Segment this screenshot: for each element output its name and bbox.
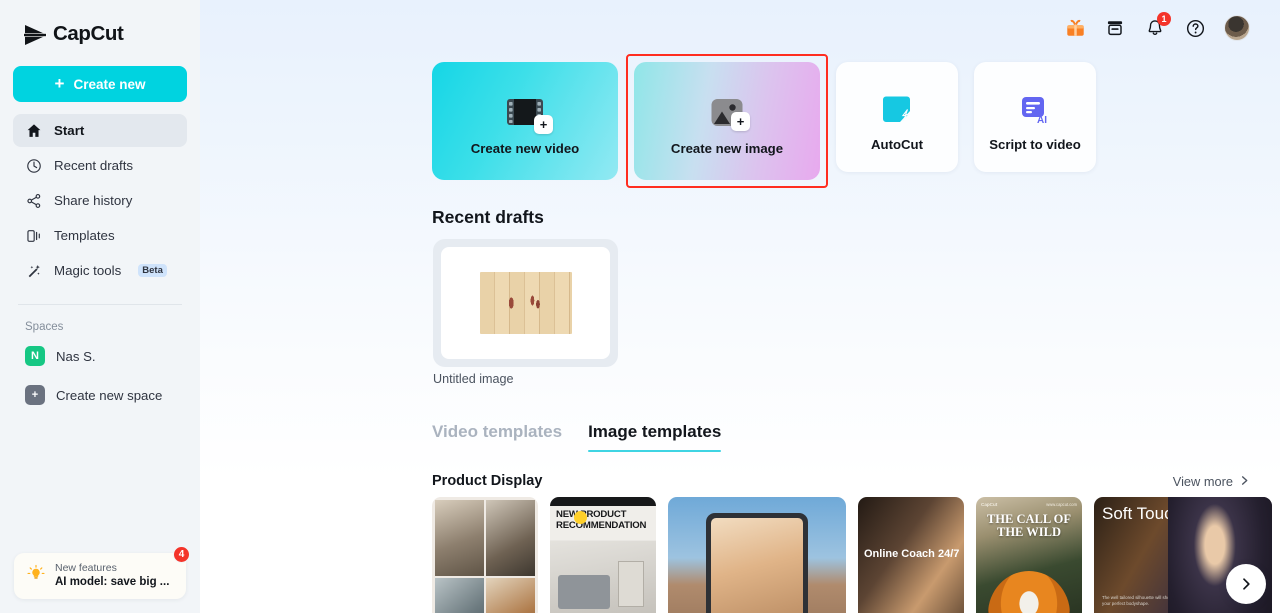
view-more-label: View more xyxy=(1173,474,1233,489)
sidebar-nav: Start Recent drafts Share history xyxy=(0,114,200,287)
app-logo-text: CapCut xyxy=(53,22,123,46)
sidebar-item-templates[interactable]: Templates xyxy=(13,219,187,252)
magic-wand-icon xyxy=(25,262,42,279)
create-new-video-card[interactable]: + Create new video xyxy=(432,62,618,180)
plus-icon: + xyxy=(731,112,750,131)
notification-count-badge: 1 xyxy=(1157,12,1171,26)
online-coach-template[interactable]: Online Coach 24/7 xyxy=(858,497,964,613)
new-product-recommendation-template[interactable]: NEW PRODUCT RECOMMENDATION xyxy=(550,497,656,613)
archive-box-icon[interactable] xyxy=(1104,17,1126,39)
gift-box-icon[interactable] xyxy=(1064,17,1086,39)
sidebar-item-label: Share history xyxy=(54,193,132,208)
svg-text:AI: AI xyxy=(1037,115,1047,125)
recent-drafts-title: Recent drafts xyxy=(432,207,544,228)
promo-banner[interactable]: New features AI model: save big ... xyxy=(14,553,186,599)
main-content: 1 xyxy=(200,0,1280,613)
call-of-the-wild-template[interactable]: CapCut www.capcut.com THE CALL OF THE WI… xyxy=(976,497,1082,613)
beta-badge: Beta xyxy=(138,264,167,278)
template-caption: NEW PRODUCT RECOMMENDATION xyxy=(556,510,651,531)
clock-icon xyxy=(25,157,42,174)
capcut-logo-icon xyxy=(22,23,46,45)
spaces-section-label: Spaces xyxy=(0,305,200,333)
product-display-title: Product Display xyxy=(432,473,542,489)
quick-action-cards: + Create new video + xyxy=(432,62,1096,180)
template-tabs: Video templates Image templates xyxy=(432,422,721,452)
sidebar-item-start[interactable]: Start xyxy=(13,114,187,147)
view-more-link[interactable]: View more xyxy=(1173,474,1250,489)
card-label: AutoCut xyxy=(871,137,923,152)
script-ai-icon: AI xyxy=(1018,83,1052,125)
plus-icon: + xyxy=(534,115,553,134)
plus-square-icon: + xyxy=(25,385,45,405)
card-label: Create new image xyxy=(671,141,783,156)
sidebar-item-share-history[interactable]: Share history xyxy=(13,184,187,217)
space-avatar: N xyxy=(25,346,45,366)
capcut-app-window: CapCut + Create new Start Recent drafts xyxy=(0,0,1280,613)
template-carousel: NEW PRODUCT RECOMMENDATION CapCut RADIAN… xyxy=(432,497,1280,613)
create-new-label: Create new xyxy=(73,77,145,92)
header-toolbar: 1 xyxy=(1064,0,1280,56)
create-new-image-card[interactable]: + Create new image xyxy=(634,62,820,180)
sidebar: CapCut + Create new Start Recent drafts xyxy=(0,0,200,613)
help-circle-icon[interactable] xyxy=(1184,17,1206,39)
promo-line-1: New features xyxy=(55,562,169,575)
carousel-next-icon[interactable] xyxy=(1226,564,1266,604)
card-label: Script to video xyxy=(989,137,1081,152)
wood-planks-image xyxy=(480,272,572,334)
autocut-bolt-icon xyxy=(880,83,914,125)
space-label: Nas S. xyxy=(56,349,96,364)
chevron-right-icon xyxy=(1239,474,1250,489)
script-to-video-card[interactable]: AI Script to video xyxy=(974,62,1096,172)
templates-icon xyxy=(25,227,42,244)
sidebar-item-recent-drafts[interactable]: Recent drafts xyxy=(13,149,187,182)
promo-banner-wrapper: New features AI model: save big ... 4 xyxy=(14,553,186,599)
promo-count-badge: 4 xyxy=(173,546,190,563)
app-logo[interactable]: CapCut xyxy=(0,0,200,52)
sidebar-item-magic-tools[interactable]: Magic tools Beta xyxy=(13,254,187,287)
film-strip-plus-icon: + xyxy=(505,87,545,129)
tab-video-templates[interactable]: Video templates xyxy=(432,422,562,452)
fashion-collage-template[interactable] xyxy=(432,497,538,613)
sidebar-item-label: Magic tools xyxy=(54,263,121,278)
sidebar-item-label: Templates xyxy=(54,228,115,243)
draft-name: Untitled image xyxy=(433,372,514,386)
sidebar-item-label: Recent drafts xyxy=(54,158,133,173)
sidebar-space-nas[interactable]: N Nas S. xyxy=(0,340,200,372)
draft-preview xyxy=(441,247,610,359)
template-caption: Online Coach 24/7 xyxy=(864,549,959,561)
home-icon xyxy=(25,122,42,139)
user-avatar[interactable] xyxy=(1224,15,1250,41)
template-url: www.capcut.com xyxy=(1046,502,1077,507)
autocut-card[interactable]: AutoCut xyxy=(836,62,958,172)
tab-image-templates[interactable]: Image templates xyxy=(588,422,721,452)
create-new-button[interactable]: + Create new xyxy=(13,66,187,102)
lightbulb-icon xyxy=(26,564,46,589)
template-caption: THE CALL OF THE WILD xyxy=(980,513,1078,539)
image-plus-icon: + xyxy=(710,87,744,129)
plus-icon: + xyxy=(55,75,65,92)
radiant-skin-template[interactable]: CapCut RADIANT SKIN xyxy=(668,497,846,613)
share-icon xyxy=(25,192,42,209)
promo-line-2: AI model: save big ... xyxy=(55,575,169,589)
draft-card[interactable] xyxy=(433,239,618,367)
template-brand: CapCut xyxy=(981,502,997,507)
sidebar-create-new-space[interactable]: + Create new space xyxy=(0,379,200,411)
sidebar-item-label: Start xyxy=(54,123,84,138)
space-label: Create new space xyxy=(56,388,162,403)
template-body-text: The well tailored silhouette will show y… xyxy=(1102,595,1178,607)
notification-bell-icon[interactable]: 1 xyxy=(1144,17,1166,39)
card-label: Create new video xyxy=(471,141,579,156)
